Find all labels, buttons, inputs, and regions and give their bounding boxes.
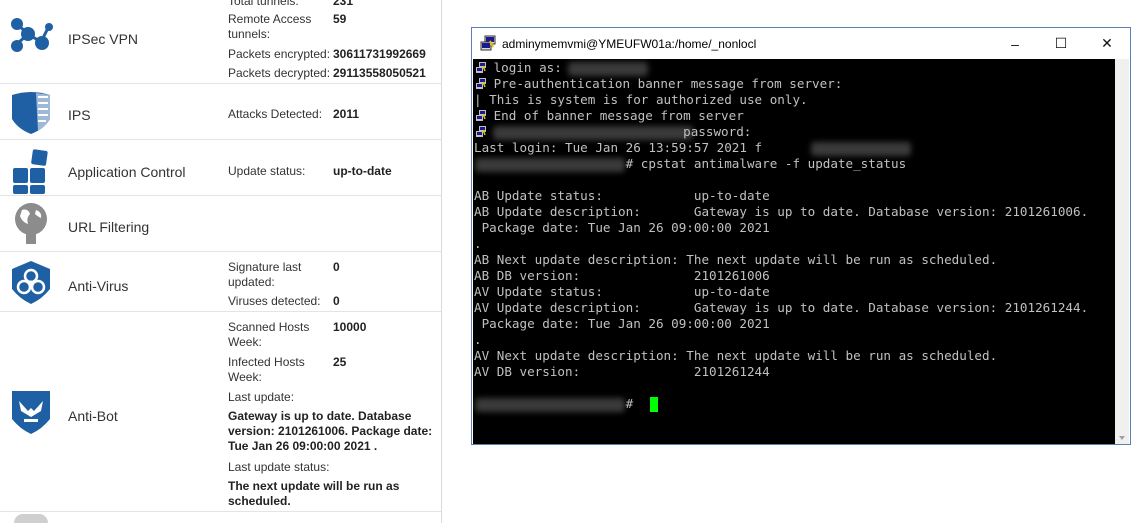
terminal-line: AB Update status: up-to-date: [474, 188, 770, 203]
terminal-line: #: [474, 396, 634, 411]
bot-shield-icon: [8, 389, 54, 435]
stat-label: Scanned Hosts Week:: [228, 320, 310, 349]
minimize-button[interactable]: –: [992, 28, 1038, 59]
stat-value: up-to-date: [333, 164, 392, 178]
terminal-screen[interactable]: login as: Pre-authentication banner mess…: [473, 59, 1116, 444]
window-title: adminymemvmi@YMEUFW01a:/home/_nonlocl: [502, 37, 757, 51]
stat-value: 25: [333, 355, 347, 369]
terminal-line: # cpstat antimalware -f update_status: [474, 156, 907, 171]
stat-value: 29113558050521: [333, 66, 426, 80]
blade-application-control[interactable]: Application Control Update status: up-to…: [0, 140, 441, 196]
stat-label: Infected Hosts Week:: [228, 355, 305, 384]
stat-label: Attacks Detected:: [228, 107, 323, 121]
terminal-line: .: [474, 332, 482, 347]
blade-name: IPS: [68, 107, 91, 123]
blade-anti-virus[interactable]: Anti-Virus Signature last updated: 0 Vir…: [0, 252, 441, 312]
blade-anti-bot[interactable]: Anti-Bot Scanned Hosts Week: 10000 Infec…: [0, 312, 441, 512]
stat-label: Viruses detected:: [228, 294, 321, 308]
putty-window[interactable]: adminymemvmi@YMEUFW01a:/home/_nonlocl – …: [471, 27, 1131, 445]
terminal-line: AB DB version: 2101261006: [474, 268, 770, 283]
blade-name: URL Filtering: [68, 219, 150, 235]
stat-value: 30611731992669: [333, 47, 426, 61]
terminal-line: AV Update status: up-to-date: [474, 284, 770, 299]
stat-label: Packets encrypted:: [228, 47, 331, 61]
terminal-line: | This is system is for authorized use o…: [474, 92, 808, 107]
next-blade-icon: [14, 514, 48, 523]
terminal-line: Package date: Tue Jan 26 09:00:00 2021: [474, 316, 770, 331]
terminal-line: Last login: Tue Jan 26 13:59:57 2021 f: [474, 140, 763, 155]
terminal-line: AV DB version: 2101261244: [474, 364, 770, 379]
stat-value: 59: [333, 12, 347, 26]
maximize-button[interactable]: ☐: [1038, 28, 1084, 59]
stat-value: 231: [333, 0, 354, 8]
terminal-line: AV Update description: Gateway is up to …: [474, 300, 1089, 315]
blade-name: Anti-Bot: [68, 408, 118, 424]
blades-panel: IPSec VPN Total tunnels: 231 Remote Acce…: [0, 0, 442, 523]
terminal-cursor: [650, 397, 658, 412]
blade-url-filtering[interactable]: URL Filtering: [0, 196, 441, 252]
terminal-line: Package date: Tue Jan 26 09:00:00 2021: [474, 220, 770, 235]
stat-value: 10000: [333, 320, 367, 334]
last-update-value: Gateway is up to date. Database version:…: [228, 409, 433, 453]
title-bar[interactable]: adminymemvmi@YMEUFW01a:/home/_nonlocl – …: [472, 28, 1130, 59]
blade-name: Application Control: [68, 164, 186, 180]
last-update-status-label: Last update status:: [228, 460, 330, 474]
stat-value: 0: [333, 260, 340, 274]
biohazard-shield-icon: [8, 259, 54, 305]
stat-label: Signature last updated:: [228, 260, 302, 289]
last-update-status-value: The next update will be run as scheduled…: [228, 479, 400, 508]
stat-label: Remote Access tunnels:: [228, 12, 312, 41]
redacted-login-host: [811, 142, 911, 156]
last-update-label: Last update:: [228, 390, 295, 404]
terminal-line: AV Next update description: The next upd…: [474, 348, 998, 363]
network-nodes-icon: [8, 14, 54, 60]
blade-name: Anti-Virus: [68, 278, 129, 294]
stat-label: Total tunnels:: [228, 0, 299, 8]
terminal-line: login as:: [486, 60, 562, 75]
terminal-line: Pre-authentication banner message from s…: [486, 76, 843, 91]
terminal-line: password:: [486, 124, 752, 139]
stat-label: Update status:: [228, 164, 306, 178]
blade-name: IPSec VPN: [68, 31, 139, 47]
shield-icon: [8, 89, 54, 135]
stat-value: 0: [333, 294, 340, 308]
blade-ipsec-vpn[interactable]: IPSec VPN Total tunnels: 231 Remote Acce…: [0, 0, 441, 84]
scroll-down-arrow-icon[interactable]: [1119, 436, 1125, 440]
terminal-line: End of banner message from server: [486, 108, 744, 123]
terminal-line: AB Next update description: The next upd…: [474, 252, 998, 267]
stat-value: 2011: [333, 107, 360, 121]
blade-ips[interactable]: IPS Attacks Detected: 2011: [0, 84, 441, 140]
terminal-scrollbar[interactable]: [1115, 59, 1129, 444]
globe-filter-icon: [8, 200, 54, 246]
redacted-username: [568, 62, 648, 76]
putty-app-icon[interactable]: [480, 35, 496, 51]
stat-label: Packets decrypted:: [228, 66, 331, 80]
terminal-line: AB Update description: Gateway is up to …: [474, 204, 1089, 219]
terminal-line: .: [474, 236, 482, 251]
close-button[interactable]: ✕: [1084, 28, 1130, 59]
app-grid-icon: [8, 148, 54, 194]
